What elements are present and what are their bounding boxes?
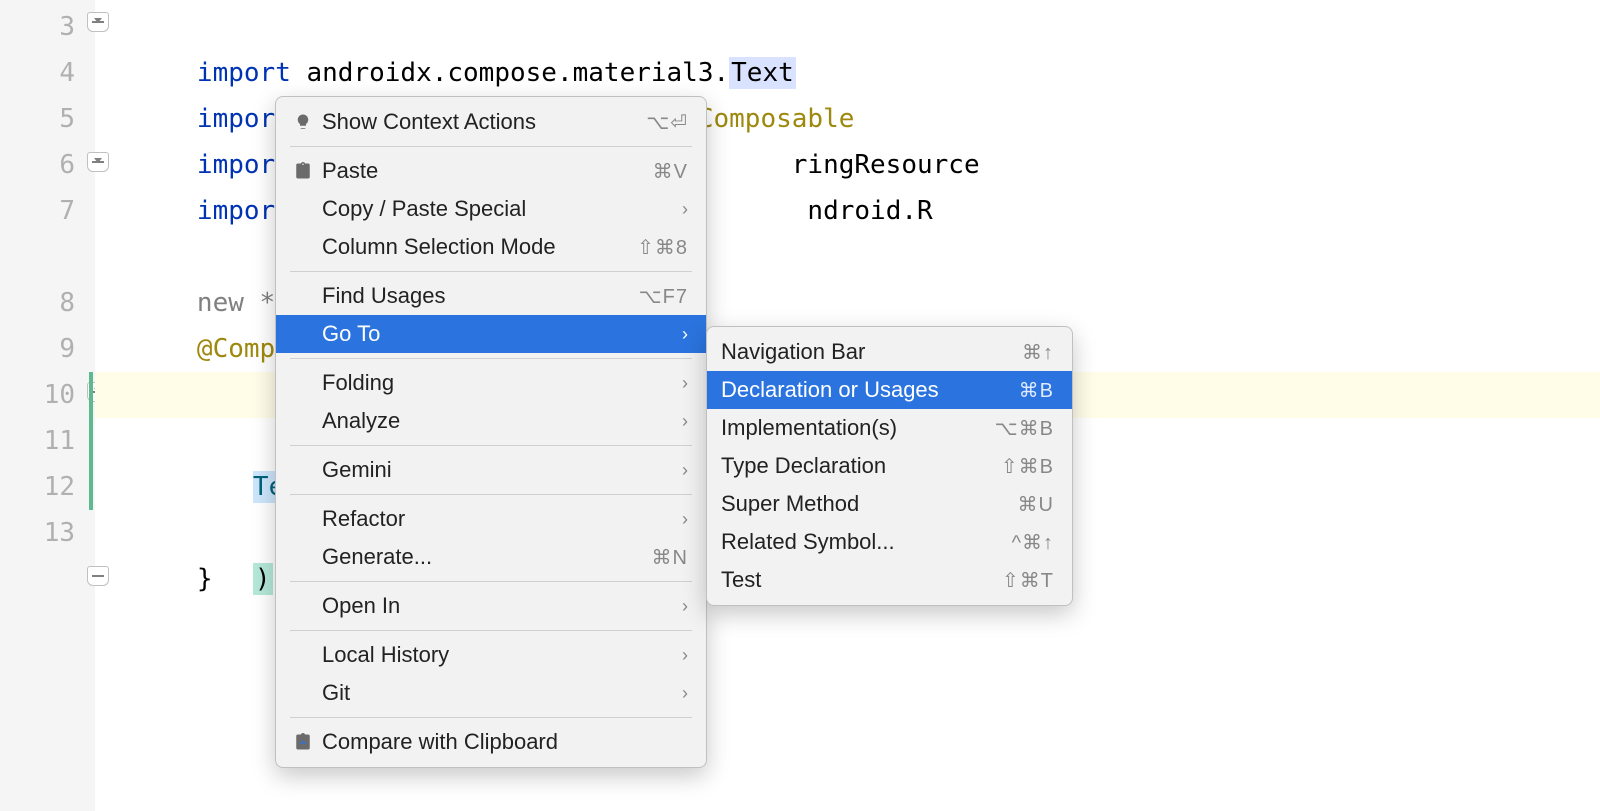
menu-item-compare-clipboard[interactable]: Compare with Clipboard [276,723,706,761]
menu-label: Navigation Bar [721,339,1022,365]
menu-shortcut: ⌥⌘B [995,416,1054,441]
submenu-item-test[interactable]: Test ⇧⌘T [707,561,1072,599]
menu-item-git[interactable]: Git › [276,674,706,712]
menu-item-go-to[interactable]: Go To › [276,315,706,353]
menu-label: Paste [322,158,653,184]
menu-label: Go To [322,321,672,347]
submenu-item-declaration-usages[interactable]: Declaration or Usages ⌘B [707,371,1072,409]
menu-shortcut: ⇧⌘B [1001,454,1054,479]
menu-label: Git [322,680,672,706]
menu-item-paste[interactable]: Paste ⌘V [276,152,706,190]
chevron-right-icon: › [682,509,688,530]
menu-label: Folding [322,370,672,396]
menu-label: Type Declaration [721,453,1001,479]
menu-separator [290,581,692,582]
menu-shortcut: ⌘V [653,159,688,184]
clipboard-icon [290,162,316,180]
line-number: 4 [0,50,75,96]
menu-item-generate[interactable]: Generate... ⌘N [276,538,706,576]
change-marker [89,418,93,464]
menu-shortcut: ⌥⏎ [646,110,688,135]
menu-shortcut: ⌘↑ [1022,340,1054,365]
go-to-submenu: Navigation Bar ⌘↑ Declaration or Usages … [706,326,1073,606]
menu-item-analyze[interactable]: Analyze › [276,402,706,440]
menu-separator [290,494,692,495]
submenu-item-navigation-bar[interactable]: Navigation Bar ⌘↑ [707,333,1072,371]
line-number: 7 [0,188,75,234]
menu-label: Copy / Paste Special [322,196,672,222]
menu-separator [290,358,692,359]
menu-shortcut: ⌥F7 [639,284,688,309]
menu-item-show-context-actions[interactable]: Show Context Actions ⌥⏎ [276,103,706,141]
menu-shortcut: ⌘B [1019,378,1054,403]
menu-separator [290,717,692,718]
menu-shortcut: ⇧⌘8 [637,235,688,260]
submenu-item-implementations[interactable]: Implementation(s) ⌥⌘B [707,409,1072,447]
line-number: 6 [0,142,75,188]
menu-item-gemini[interactable]: Gemini › [276,451,706,489]
line-number: 12 [0,464,75,510]
menu-item-open-in[interactable]: Open In › [276,587,706,625]
chevron-right-icon: › [682,324,688,345]
menu-label: Column Selection Mode [322,234,637,260]
submenu-item-type-declaration[interactable]: Type Declaration ⇧⌘B [707,447,1072,485]
menu-item-find-usages[interactable]: Find Usages ⌥F7 [276,277,706,315]
menu-label: Test [721,567,1002,593]
menu-shortcut: ⌘N [652,545,688,570]
menu-separator [290,630,692,631]
menu-label: Compare with Clipboard [322,729,688,755]
line-gap [0,234,75,280]
menu-label: Local History [322,642,672,668]
bulb-icon [290,113,316,131]
code-line[interactable]: import androidx.compose.runtime.Composab… [95,50,1600,96]
chevron-right-icon: › [682,411,688,432]
chevron-right-icon: › [682,460,688,481]
chevron-right-icon: › [682,645,688,666]
bracket: ) [253,563,273,595]
change-marker [89,464,93,510]
code-line[interactable]: import androidx.compose.material3.Text [95,4,1600,50]
chevron-right-icon: › [682,683,688,704]
menu-label: Show Context Actions [322,109,646,135]
gutter: 3 4 5 6 7 8 9 10 11 12 13 [0,0,95,811]
line-number: 8 [0,280,75,326]
line-number: 9 [0,326,75,372]
chevron-right-icon: › [682,596,688,617]
bracket: } [197,564,213,594]
menu-label: Find Usages [322,283,639,309]
menu-label: Super Method [721,491,1018,517]
menu-item-refactor[interactable]: Refactor › [276,500,706,538]
context-menu: Show Context Actions ⌥⏎ Paste ⌘V Copy / … [275,96,707,768]
line-number: 3 [0,4,75,50]
menu-label: Refactor [322,506,672,532]
chevron-right-icon: › [682,199,688,220]
menu-item-column-selection[interactable]: Column Selection Mode ⇧⌘8 [276,228,706,266]
change-marker [89,372,93,418]
menu-label: Generate... [322,544,652,570]
clipboard-compare-icon [290,733,316,751]
menu-item-local-history[interactable]: Local History › [276,636,706,674]
menu-label: Implementation(s) [721,415,995,441]
menu-item-copy-paste-special[interactable]: Copy / Paste Special › [276,190,706,228]
line-number: 5 [0,96,75,142]
menu-item-folding[interactable]: Folding › [276,364,706,402]
line-number: 10 [0,372,75,418]
menu-separator [290,146,692,147]
menu-label: Declaration or Usages [721,377,1019,403]
line-number: 11 [0,418,75,464]
menu-shortcut: ⇧⌘T [1002,568,1054,593]
submenu-item-related-symbol[interactable]: Related Symbol... ^⌘↑ [707,523,1072,561]
menu-label: Related Symbol... [721,529,1012,555]
menu-shortcut: ^⌘↑ [1012,530,1054,555]
menu-label: Analyze [322,408,672,434]
menu-label: Gemini [322,457,672,483]
submenu-item-super-method[interactable]: Super Method ⌘U [707,485,1072,523]
menu-shortcut: ⌘U [1018,492,1054,517]
menu-separator [290,271,692,272]
chevron-right-icon: › [682,373,688,394]
line-number: 13 [0,510,75,556]
menu-label: Open In [322,593,672,619]
menu-separator [290,445,692,446]
